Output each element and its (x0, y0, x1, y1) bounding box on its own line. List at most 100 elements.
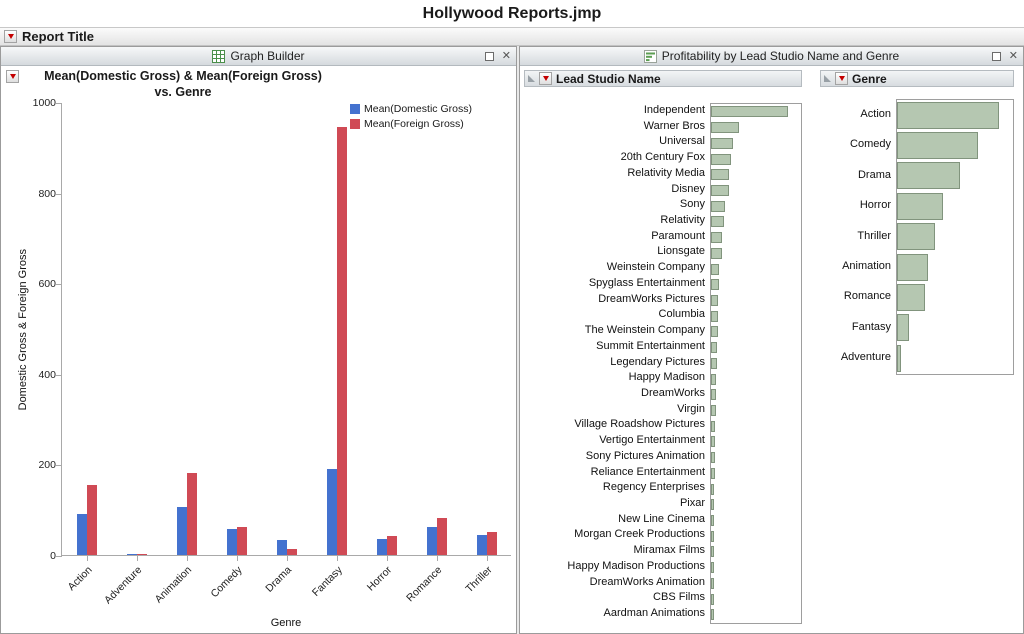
bar-lionsgate[interactable] (711, 248, 722, 259)
red-triangle-menu-icon[interactable] (4, 30, 17, 43)
bar-thriller[interactable] (897, 223, 935, 250)
bar-row (711, 261, 801, 277)
x-tick-label: Action (65, 564, 94, 593)
bar-weinstein-company[interactable] (711, 264, 719, 275)
category-label: Columbia (524, 307, 710, 323)
category-label: New Line Cinema (524, 512, 710, 528)
bar-dreamworks[interactable] (711, 389, 716, 400)
minimize-icon[interactable] (485, 52, 494, 61)
bar-independent[interactable] (711, 106, 788, 117)
bar-regency-enterprises[interactable] (711, 484, 714, 495)
bar-drama-domestic[interactable] (277, 540, 287, 555)
bar-row (897, 130, 1013, 160)
bar-row (711, 607, 801, 623)
bar-animation-domestic[interactable] (177, 507, 187, 555)
collapse-icon[interactable] (528, 75, 535, 82)
collapse-icon[interactable] (824, 75, 831, 82)
genre-section: Genre ActionComedyDramaHorrorThrillerAni… (820, 70, 1014, 87)
bar-reliance-entertainment[interactable] (711, 468, 715, 479)
category-label: Reliance Entertainment (524, 465, 710, 481)
bar-relativity[interactable] (711, 216, 724, 227)
bar-action-foreign[interactable] (87, 485, 97, 555)
x-tick-label: Fantasy (310, 564, 345, 599)
bar-fantasy-domestic[interactable] (327, 469, 337, 555)
y-tick-label: 400 (26, 369, 56, 381)
bar-columbia[interactable] (711, 311, 718, 322)
bar-drama[interactable] (897, 162, 960, 189)
bar-warner-bros[interactable] (711, 122, 739, 133)
bar-happy-madison-productions[interactable] (711, 562, 714, 573)
bar-miramax-films[interactable] (711, 546, 714, 557)
y-tick-label: 0 (26, 550, 56, 562)
bar-legendary-pictures[interactable] (711, 358, 717, 369)
category-label: Warner Bros (524, 119, 710, 135)
bar-adventure-foreign[interactable] (137, 554, 147, 555)
studio-header-bar: Lead Studio Name (524, 70, 802, 87)
bar-pixar[interactable] (711, 499, 714, 510)
bar-comedy[interactable] (897, 132, 978, 159)
category-label: CBS Films (524, 590, 710, 606)
bar-horror[interactable] (897, 193, 943, 220)
bar-row (897, 100, 1013, 130)
category-label: Weinstein Company (524, 260, 710, 276)
studio-section: Lead Studio Name IndependentWarner BrosU… (524, 70, 802, 87)
x-tick-mark (487, 556, 488, 561)
bar-paramount[interactable] (711, 232, 722, 243)
bar-relativity-media[interactable] (711, 169, 729, 180)
bar-drama-foreign[interactable] (287, 549, 297, 555)
genre-red-triangle-menu[interactable] (835, 72, 848, 85)
bar-romance-foreign[interactable] (437, 518, 447, 555)
bar-action[interactable] (897, 102, 999, 129)
bar-row (897, 282, 1013, 312)
bar-virgin[interactable] (711, 405, 716, 416)
bar-comedy-domestic[interactable] (227, 529, 237, 555)
bar-sony[interactable] (711, 201, 725, 212)
bar-horror-foreign[interactable] (387, 536, 397, 555)
bar-cbs-films[interactable] (711, 594, 714, 605)
bar-new-line-cinema[interactable] (711, 515, 714, 526)
bar-spyglass-entertainment[interactable] (711, 279, 719, 290)
studio-header-title: Lead Studio Name (556, 72, 661, 86)
bar-horror-domestic[interactable] (377, 539, 387, 555)
bar-row (711, 497, 801, 513)
bar-fantasy-foreign[interactable] (337, 127, 347, 555)
bar-disney[interactable] (711, 185, 729, 196)
bar-animation[interactable] (897, 254, 928, 281)
bar-universal[interactable] (711, 138, 733, 149)
bar-morgan-creek-productions[interactable] (711, 531, 714, 542)
bar-dreamworks-animation[interactable] (711, 578, 714, 589)
bar-comedy-foreign[interactable] (237, 527, 247, 555)
bar-animation-foreign[interactable] (187, 473, 197, 555)
bar-row (711, 481, 801, 497)
graph-builder-grid-icon (212, 50, 225, 63)
category-label: 20th Century Fox (524, 150, 710, 166)
bar-adventure[interactable] (897, 345, 901, 372)
close-icon[interactable]: ✕ (1009, 51, 1018, 62)
bar-action-domestic[interactable] (77, 514, 87, 555)
bar-romance[interactable] (897, 284, 925, 311)
bar-row (711, 324, 801, 340)
bar-row (711, 104, 801, 120)
bar-fantasy[interactable] (897, 314, 909, 341)
bar-20th-century-fox[interactable] (711, 154, 731, 165)
bar-the-weinstein-company[interactable] (711, 326, 718, 337)
studio-red-triangle-menu[interactable] (539, 72, 552, 85)
bar-summit-entertainment[interactable] (711, 342, 717, 353)
bar-thriller-domestic[interactable] (477, 535, 487, 555)
bar-happy-madison[interactable] (711, 374, 716, 385)
profitability-panel-title: Profitability by Lead Studio Name and Ge… (662, 49, 899, 63)
close-icon[interactable]: ✕ (502, 51, 511, 62)
bar-village-roadshow-pictures[interactable] (711, 421, 715, 432)
minimize-icon[interactable] (992, 52, 1001, 61)
bar-sony-pictures-animation[interactable] (711, 452, 715, 463)
bar-aardman-animations[interactable] (711, 609, 714, 620)
profitability-panel: Profitability by Lead Studio Name and Ge… (519, 46, 1024, 634)
bar-romance-domestic[interactable] (427, 527, 437, 555)
bar-dreamworks-pictures[interactable] (711, 295, 718, 306)
y-tick-mark (56, 465, 62, 466)
bar-row (711, 293, 801, 309)
bar-vertigo-entertainment[interactable] (711, 436, 715, 447)
bar-adventure-domestic[interactable] (127, 554, 137, 555)
bar-thriller-foreign[interactable] (487, 532, 497, 555)
category-label: Independent (524, 103, 710, 119)
